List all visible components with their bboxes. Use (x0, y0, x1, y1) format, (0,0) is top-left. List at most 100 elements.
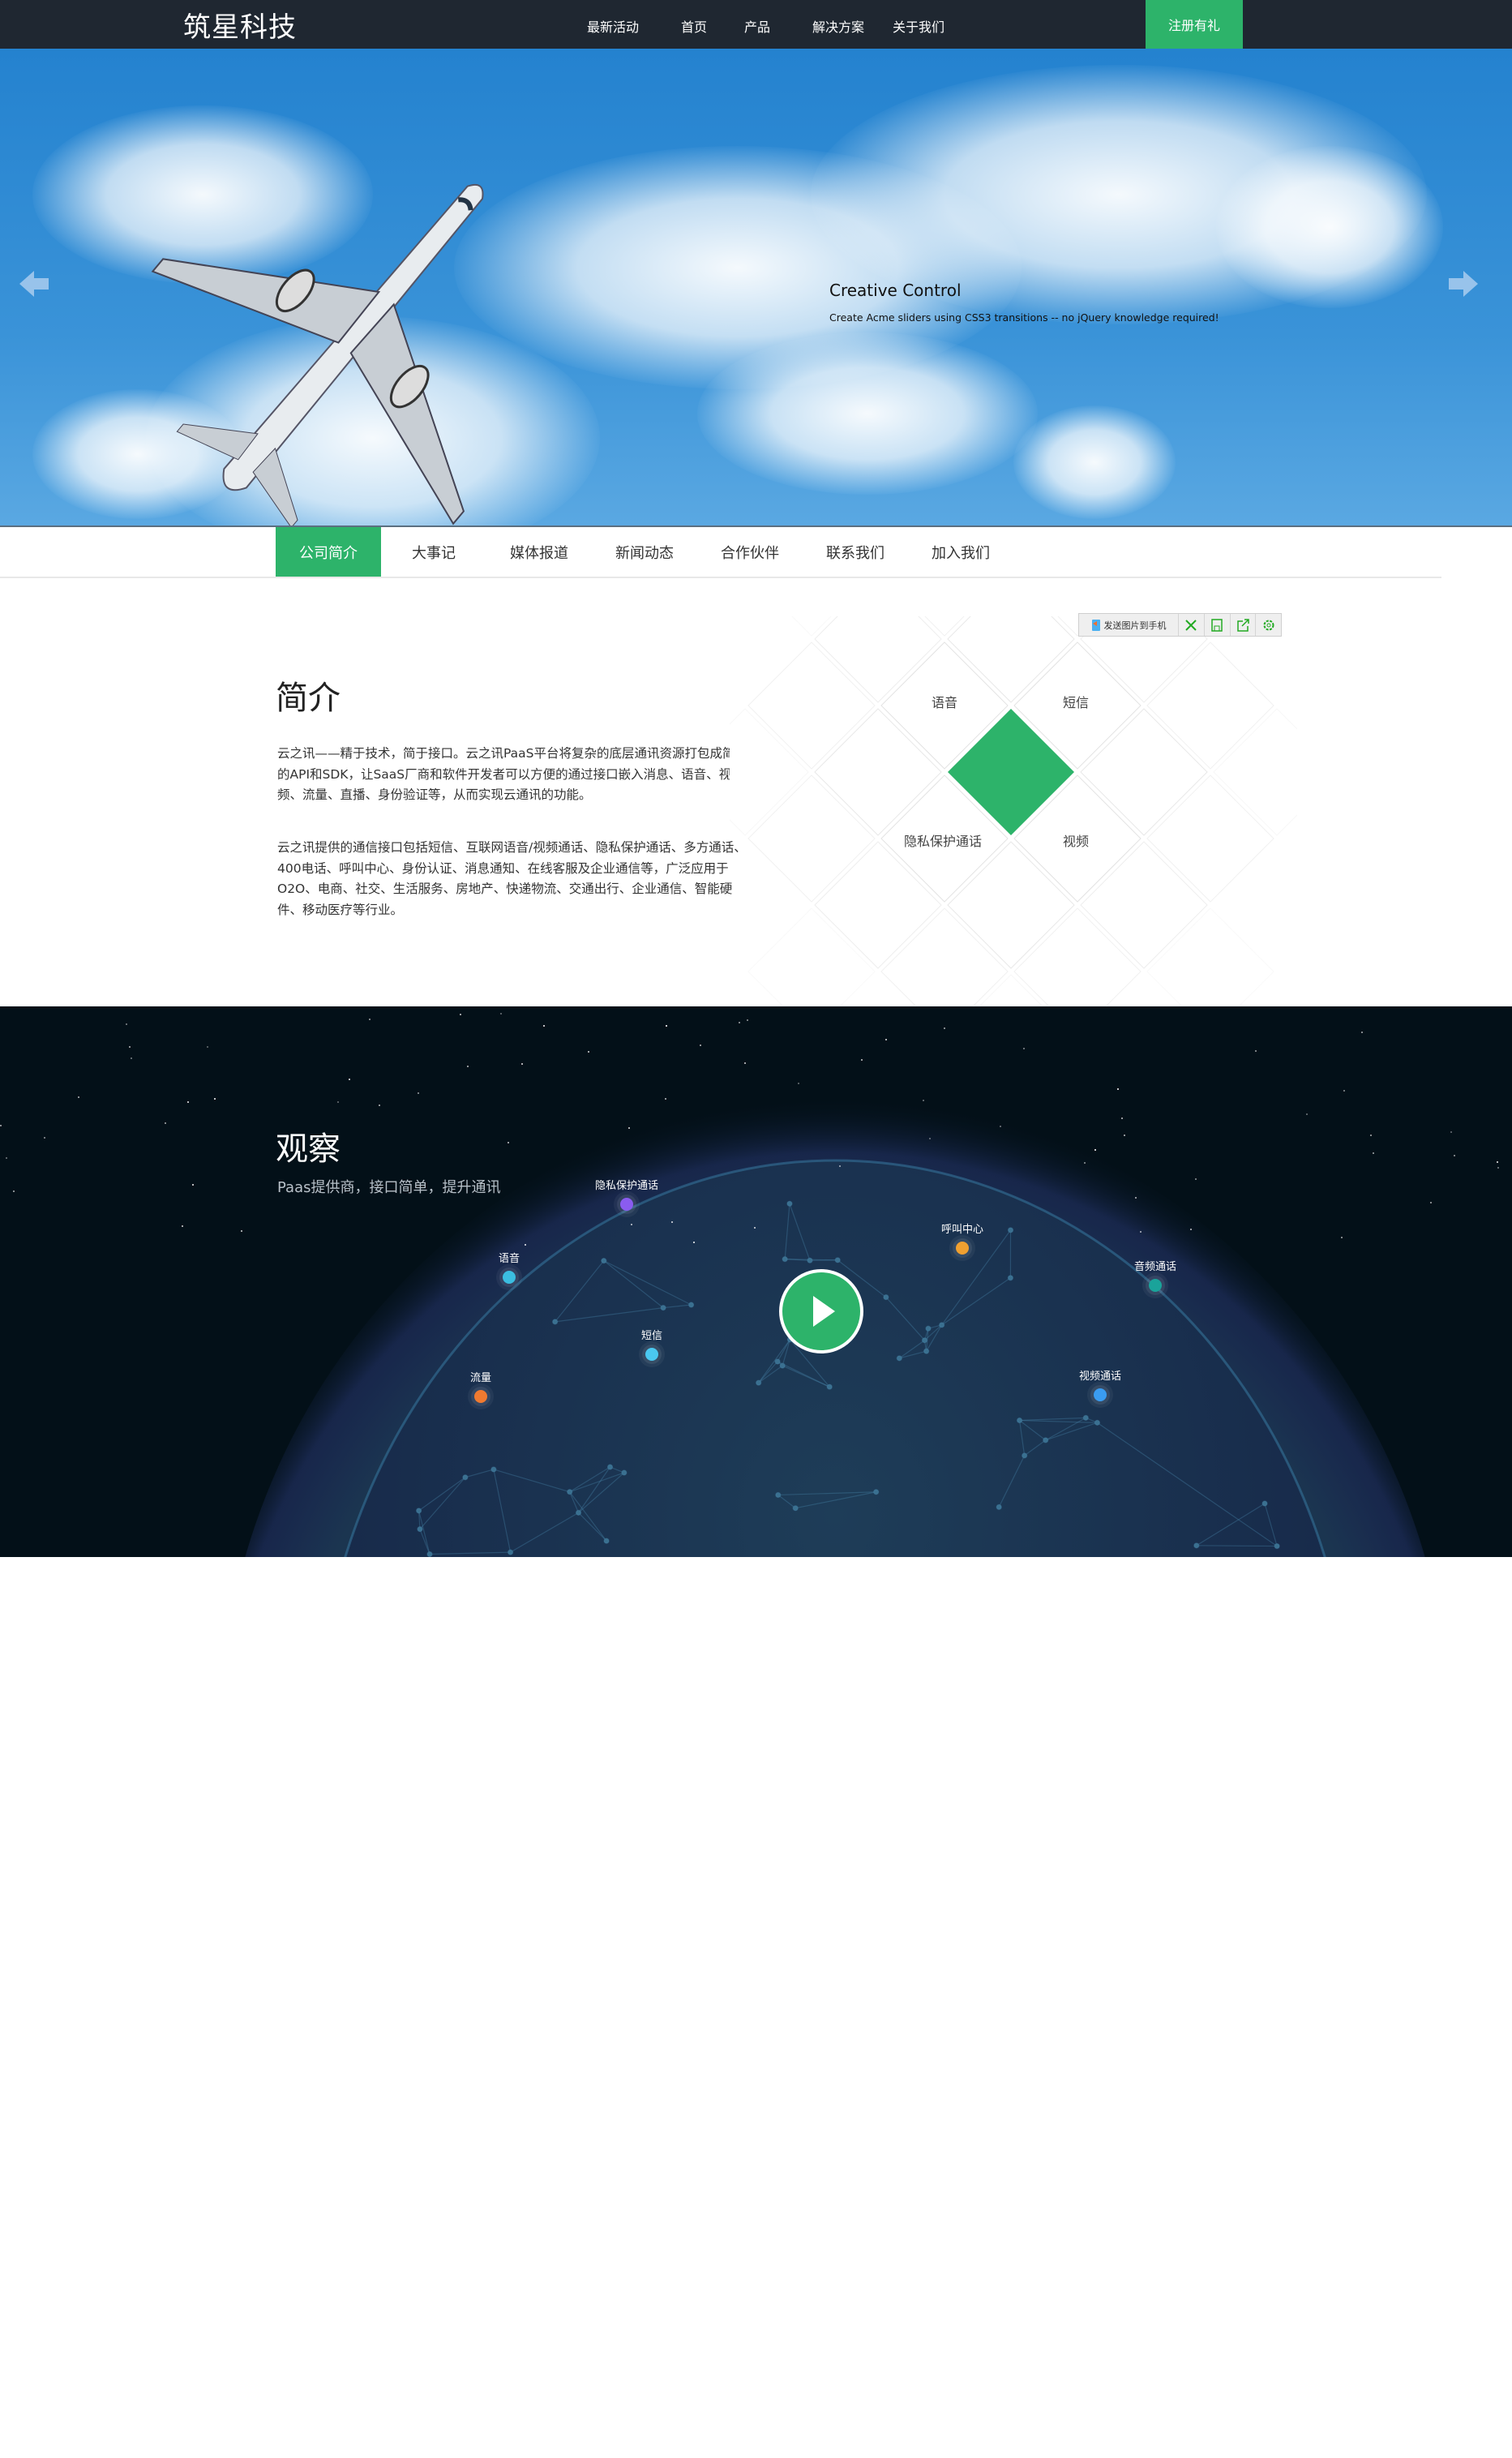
fullscreen-button[interactable] (1179, 614, 1205, 636)
mesh-node (756, 1379, 762, 1386)
star (368, 1019, 371, 1021)
network-node-label: 隐私保护通话 (594, 1180, 659, 1192)
star (747, 1019, 749, 1021)
network-node-dot[interactable] (620, 1198, 633, 1211)
nav-about[interactable]: 关于我们 (893, 16, 944, 36)
mesh-node (1043, 1437, 1049, 1443)
star (700, 1044, 701, 1046)
star (1306, 1113, 1309, 1116)
star (943, 1027, 945, 1029)
star (666, 1024, 668, 1027)
star (1450, 1131, 1453, 1134)
register-button[interactable]: 注册有礼 (1146, 0, 1243, 49)
star (1360, 1032, 1363, 1034)
diamond-label-voice[interactable]: 语音 (912, 692, 977, 711)
nav-solutions[interactable]: 解决方案 (812, 16, 864, 36)
network-node-dot[interactable] (956, 1242, 969, 1255)
star (1497, 1160, 1499, 1163)
share-button[interactable] (1231, 614, 1257, 636)
diamond-label-sms[interactable]: 短信 (1043, 692, 1108, 711)
mesh-node (779, 1362, 786, 1369)
save-button[interactable] (1205, 614, 1231, 636)
phone-send-icon (1091, 619, 1100, 631)
tab-contact[interactable]: 联系我们 (803, 527, 908, 577)
star (192, 1183, 195, 1186)
star (884, 1038, 887, 1040)
star (588, 1051, 590, 1053)
mesh-node (417, 1525, 423, 1533)
star (743, 1062, 746, 1064)
star (1094, 1149, 1097, 1152)
intro-paragraph-1: 云之讯——精于技术，简于接口。云之讯PaaS平台将复杂的底层通讯资源打包成简单的… (277, 746, 747, 802)
network-node-label: 视频通话 (1078, 1371, 1122, 1383)
arrow-right-icon[interactable] (1446, 266, 1481, 302)
star (524, 1244, 526, 1246)
nav-home[interactable]: 首页 (681, 16, 707, 36)
network-node-dot[interactable] (645, 1348, 658, 1361)
star (628, 1127, 631, 1130)
arrow-left-icon[interactable] (16, 266, 52, 302)
star (1116, 1088, 1119, 1091)
mesh-node (786, 1200, 793, 1207)
star (213, 1098, 216, 1100)
network-node-label: 语音 (498, 1253, 520, 1265)
star (1497, 1166, 1500, 1169)
settings-button[interactable] (1256, 614, 1281, 636)
star (1343, 1090, 1345, 1092)
tab-partners[interactable]: 合作伙伴 (697, 527, 803, 577)
header: 筑星科技 最新活动 首页 产品 解决方案 关于我们 注册有礼 (0, 0, 1512, 49)
mesh-node (792, 1505, 799, 1512)
star (1134, 1196, 1137, 1199)
star (337, 1101, 340, 1103)
mesh-node (601, 1258, 607, 1264)
mesh-node (490, 1466, 497, 1473)
logo[interactable]: 筑星科技 (183, 5, 297, 45)
star (1084, 1161, 1086, 1164)
tab-media[interactable]: 媒体报道 (486, 527, 592, 577)
star (922, 1100, 924, 1102)
hero-slider: Creative Control Create Acme sliders usi… (0, 49, 1512, 527)
network-node-dot[interactable] (503, 1271, 516, 1284)
star (348, 1078, 350, 1080)
network-node-dot[interactable] (1149, 1279, 1162, 1292)
star (182, 1225, 184, 1227)
tab-news[interactable]: 新闻动态 (592, 527, 697, 577)
mesh-node (603, 1538, 610, 1544)
observe-section: 隐私保护通话 语音 呼叫中心 音频通话 短信 流量 视频通话 (0, 1006, 1512, 1557)
slide-caption-text: Create Acme sliders using CSS3 transitio… (829, 311, 1219, 324)
mesh-node (883, 1293, 889, 1301)
mesh-node (1007, 1275, 1014, 1281)
tab-company-intro[interactable]: 公司简介 (276, 527, 381, 577)
diamond-label-video[interactable]: 视频 (1043, 830, 1108, 850)
screenshot-toolbar: 发送图片到手机 (1078, 613, 1282, 637)
mesh-node (807, 1257, 813, 1263)
star (798, 1083, 800, 1085)
tab-divider (0, 577, 1441, 578)
mesh-node (575, 1509, 582, 1516)
star (999, 1126, 1001, 1128)
nav-products[interactable]: 产品 (744, 16, 770, 36)
star (1023, 1047, 1026, 1049)
star (543, 1025, 546, 1027)
observe-title: 观察 (276, 1130, 341, 1168)
nav-latest-events[interactable]: 最新活动 (587, 16, 639, 36)
network-node-dot[interactable] (1094, 1388, 1107, 1401)
planet-network-graphic (245, 1096, 1425, 1557)
network-node-dot[interactable] (474, 1390, 487, 1403)
tab-milestones[interactable]: 大事记 (381, 527, 486, 577)
mesh-node (1193, 1542, 1200, 1549)
play-button[interactable] (778, 1268, 864, 1354)
star (1454, 1154, 1456, 1156)
tab-join[interactable]: 加入我们 (908, 527, 1013, 577)
star (0, 1125, 2, 1127)
star (1124, 1135, 1126, 1137)
mesh-node (939, 1322, 945, 1328)
send-to-phone-button[interactable]: 发送图片到手机 (1079, 614, 1179, 636)
diamond-label-privacy-call[interactable]: 隐私保护通话 (886, 830, 1000, 850)
star (460, 1013, 462, 1015)
star (379, 1104, 381, 1106)
star (1190, 1229, 1193, 1231)
star (630, 1224, 632, 1226)
star (1194, 1178, 1197, 1181)
star (1369, 1135, 1372, 1137)
